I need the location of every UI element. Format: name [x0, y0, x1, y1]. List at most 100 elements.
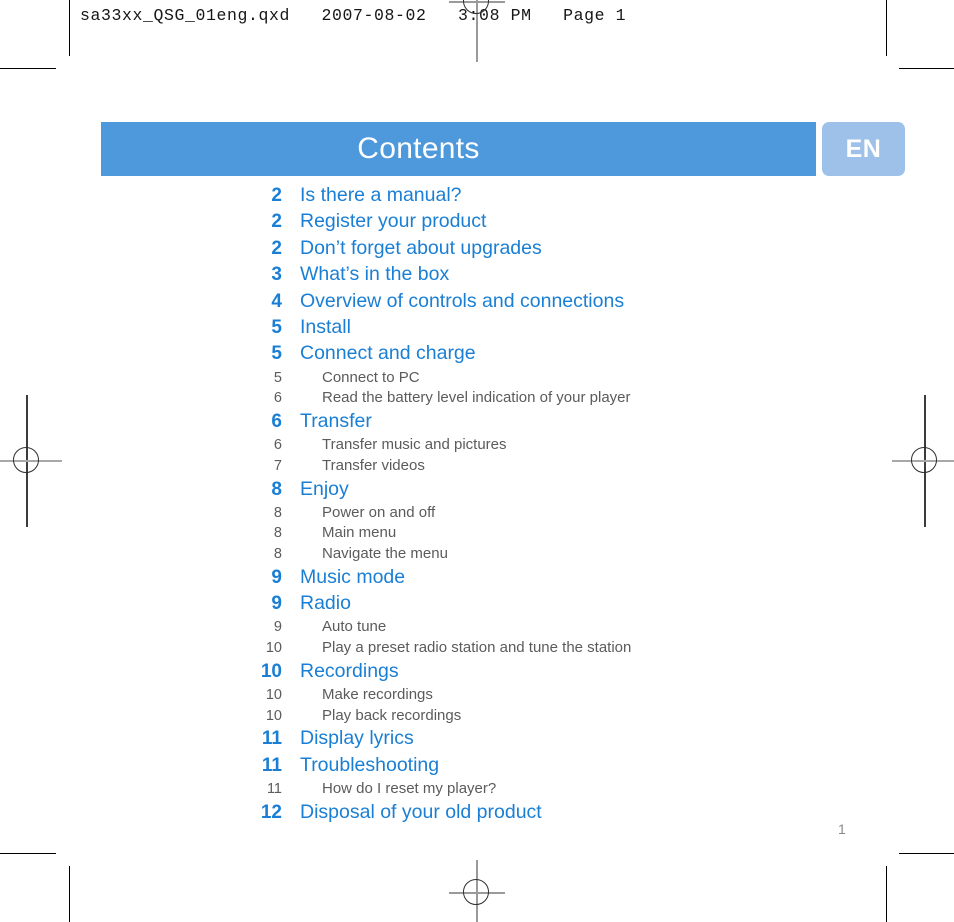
toc-entry-label: Display lyrics [300, 727, 414, 750]
toc-entry-page-number: 2 [271, 185, 282, 206]
toc-entry[interactable]: 2 Register your product [0, 210, 954, 236]
toc-entry-label: Navigate the menu [322, 545, 448, 563]
crop-mark-top-right-vertical [886, 0, 887, 56]
toc-entry-label: Make recordings [322, 686, 433, 704]
toc-entry-page-number: 5 [271, 343, 282, 365]
toc-entry[interactable]: 2 Don’t forget about upgrades [0, 237, 954, 263]
contents-header-band: Contents [101, 122, 816, 176]
crop-mark-bottom-right-horizontal [899, 853, 954, 854]
toc-entry[interactable]: 5 Connect to PC [0, 369, 954, 390]
toc-entry-page-number: 2 [271, 211, 282, 233]
toc-entry[interactable]: 9 Radio [0, 592, 954, 618]
toc-entry-label: Overview of controls and connections [300, 289, 625, 312]
toc-entry-page-number: 5 [273, 369, 282, 386]
registration-mark-bottom-center-clip [449, 860, 505, 922]
toc-entry-label: Music mode [300, 565, 406, 588]
toc-entry-page-number: 3 [271, 264, 282, 286]
toc-entry[interactable]: 7 Transfer videos [0, 457, 954, 478]
toc-entry-page-number: 11 [261, 754, 282, 776]
toc-entry-label: Main menu [322, 524, 397, 542]
toc-entry[interactable]: 11 How do I reset my player? [0, 780, 954, 801]
crop-mark-top-right-horizontal [899, 68, 954, 69]
toc-entry-page-number: 12 [260, 801, 282, 823]
crop-mark-bottom-left-vertical [69, 866, 70, 922]
toc-entry-page-number: 11 [261, 728, 282, 750]
toc-entry-label: Transfer [300, 409, 372, 432]
toc-entry-label: Recordings [300, 659, 399, 682]
toc-entry[interactable]: 10 Play a preset radio station and tune t… [0, 639, 954, 660]
toc-entry-page-number: 5 [271, 316, 282, 338]
toc-entry-page-number: 6 [271, 410, 282, 432]
toc-entry[interactable]: 8 Main menu [0, 524, 954, 545]
toc-entry[interactable]: 6 Transfer [0, 410, 954, 436]
toc-entry-page-number: 6 [273, 437, 282, 454]
toc-entry[interactable]: 10 Play back recordings [0, 707, 954, 728]
toc-entry[interactable]: 4 Overview of controls and connections [0, 290, 954, 316]
toc-entry-page-number: 10 [265, 707, 282, 724]
table-of-contents: 2 Is there a manual? 2 Register your produc… [0, 184, 954, 827]
toc-entry[interactable]: 8 Navigate the menu [0, 545, 954, 566]
toc-entry-label: Install [300, 315, 351, 338]
toc-entry-page-number: 10 [265, 640, 282, 657]
toc-entry-label: Register your product [300, 210, 487, 233]
language-badge: EN [822, 122, 905, 176]
toc-entry-page-number: 2 [271, 237, 282, 259]
crop-mark-bottom-right-vertical [886, 866, 887, 922]
toc-entry-page-number: 7 [273, 457, 282, 474]
toc-entry-label: Transfer music and pictures [322, 436, 507, 454]
toc-entry[interactable]: 3 What’s in the box [0, 263, 954, 289]
toc-entry-page-number: 11 [266, 781, 282, 797]
toc-entry-page-number: 10 [260, 660, 282, 682]
toc-entry-page-number: 8 [271, 478, 282, 500]
toc-entry[interactable]: 6 Transfer music and pictures [0, 436, 954, 457]
toc-entry[interactable]: 11 Display lyrics [0, 727, 954, 753]
toc-entry-label: Connect to PC [322, 368, 420, 386]
registration-ring [463, 879, 489, 905]
registration-ring [463, 0, 489, 14]
toc-entry-page-number: 8 [273, 504, 282, 521]
toc-entry-page-number: 9 [273, 619, 282, 636]
toc-entry[interactable]: 10 Make recordings [0, 686, 954, 707]
registration-mark-top-center-clip [449, 0, 505, 62]
toc-entry[interactable]: 9 Auto tune [0, 618, 954, 639]
toc-entry[interactable]: 6 Read the battery level indication of yo… [0, 389, 954, 410]
toc-entry-label: Auto tune [322, 618, 387, 636]
toc-entry-label: Transfer videos [322, 456, 425, 474]
language-badge-label: EN [845, 134, 882, 163]
toc-entry-page-number: 6 [273, 390, 282, 407]
toc-entry[interactable]: 8 Power on and off [0, 504, 954, 525]
crop-mark-top-left-horizontal [0, 68, 56, 69]
toc-entry-label: What’s in the box [300, 263, 450, 286]
toc-entry-page-number: 10 [265, 687, 282, 704]
toc-entry-label: Disposal of your old product [300, 800, 542, 823]
toc-entry-label: Is there a manual? [300, 184, 462, 206]
toc-entry-label: Radio [300, 592, 351, 615]
toc-entry-page-number: 9 [271, 566, 282, 588]
page-title: Contents [357, 132, 480, 165]
toc-entry-page-number: 8 [273, 525, 282, 542]
toc-entry-page-number: 4 [271, 290, 282, 312]
toc-entry-label: Troubleshooting [300, 753, 440, 776]
toc-entry[interactable]: 10 Recordings [0, 660, 954, 686]
toc-entry[interactable]: 12 Disposal of your old product [0, 801, 954, 827]
crop-mark-top-left-vertical [69, 0, 70, 56]
registration-mark-bottom-center [449, 860, 505, 922]
toc-entry[interactable]: 8 Enjoy [0, 478, 954, 504]
toc-entry-label: Enjoy [300, 477, 349, 500]
toc-entry-label: Power on and off [322, 503, 436, 521]
toc-entry-page-number: 9 [271, 593, 282, 615]
toc-entry[interactable]: 2 Is there a manual? [0, 184, 954, 210]
toc-entry[interactable]: 5 Connect and charge [0, 342, 954, 368]
toc-entry-label: Connect and charge [300, 342, 476, 365]
registration-mark-top-center [449, 0, 505, 62]
toc-entry-label: Don’t forget about upgrades [300, 236, 542, 259]
toc-entry-label: Play a preset radio station and tune the… [322, 639, 632, 657]
toc-entry[interactable]: 5 Install [0, 316, 954, 342]
toc-entry[interactable]: 11 Troubleshooting [0, 754, 954, 780]
toc-entry-label: Read the battery level indication of you… [322, 389, 631, 407]
toc-entry-label: Play back recordings [322, 706, 462, 724]
toc-entry[interactable]: 9 Music mode [0, 566, 954, 592]
printer-slug-line: sa33xx_QSG_01eng.qxd 2007-08-02 3:08 PM … [80, 6, 627, 25]
toc-entry-label: How do I reset my player? [322, 780, 497, 797]
folio-page-number: 1 [838, 821, 846, 837]
